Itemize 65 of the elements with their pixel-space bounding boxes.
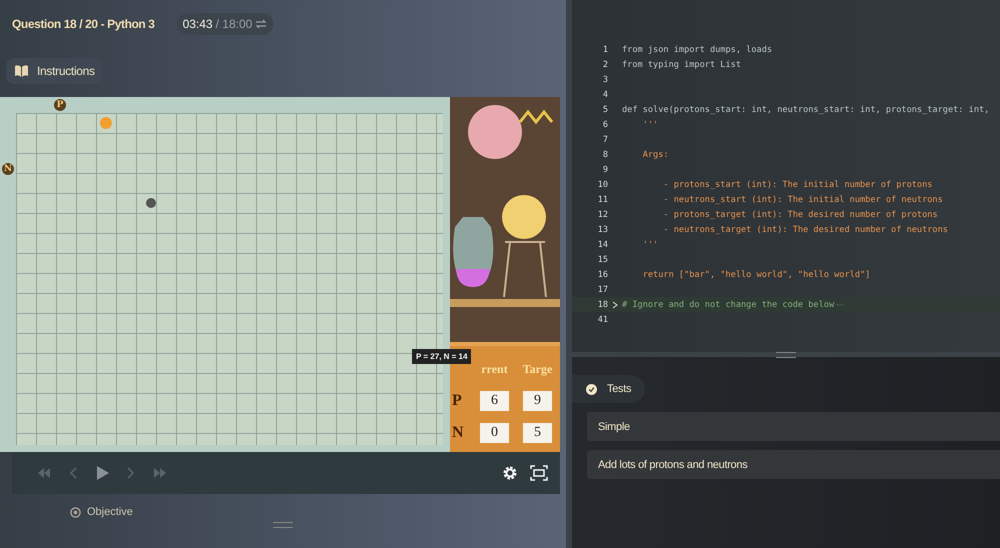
column-header: rrent	[480, 362, 509, 376]
line-number: 18	[596, 300, 608, 310]
line-number: 7	[602, 134, 608, 144]
line-number: 41	[596, 314, 608, 324]
objective-tab[interactable]: Objective	[70, 506, 566, 518]
play-icon	[94, 465, 110, 481]
code-line: - protons_target (int): The desired number of protons	[662, 210, 938, 220]
line-number: 6	[602, 120, 608, 130]
line-number: 3	[602, 74, 608, 84]
hole-icon	[146, 198, 156, 208]
line-number: 16	[596, 270, 608, 280]
elapsed-time: 03:43	[182, 17, 213, 31]
fold-ellipsis: ···	[836, 300, 844, 309]
line-number: 14	[596, 240, 608, 250]
tooltip: P = 27, N = 14	[412, 349, 472, 364]
test-case-item[interactable]: Add lots of protons and neutrons	[587, 450, 1000, 479]
ball-icon	[100, 117, 112, 129]
line-number: 2	[602, 60, 608, 70]
fullscreen-button[interactable]	[530, 465, 548, 481]
code-line: Args:	[642, 150, 669, 160]
line-number: 13	[596, 224, 608, 234]
target-value: 5	[523, 423, 552, 443]
line-number: 1	[602, 44, 608, 54]
book-icon	[14, 65, 29, 77]
chevron-icon	[612, 300, 618, 308]
settings-button[interactable]	[502, 465, 518, 481]
code-line: - protons_start (int): The initial number of protons	[662, 180, 932, 190]
test-case-item[interactable]: Simple	[587, 412, 1000, 441]
resize-handle	[273, 522, 293, 528]
line-number: 15	[596, 254, 608, 264]
total-time: / 18:00	[216, 17, 252, 31]
code-line: '''	[642, 240, 658, 250]
row-label: P	[452, 392, 463, 410]
play-button[interactable]	[94, 465, 110, 481]
current-value: 6	[480, 391, 509, 411]
line-number: 5	[602, 104, 608, 114]
line-number: 11	[596, 194, 608, 204]
code-line: - neutrons_start (int): The initial number of neutrons	[662, 194, 943, 204]
instructions-tab[interactable]: Instructions	[6, 58, 103, 84]
code-line: # Ignore and do not change the code below	[622, 300, 834, 310]
line-number: 10	[596, 180, 608, 190]
axis-label: N	[2, 163, 14, 175]
check-circle-icon	[586, 384, 597, 394]
line-number: 9	[602, 164, 608, 174]
target-icon	[70, 506, 81, 518]
swap-icon	[255, 19, 268, 29]
tests-tab[interactable]: Tests	[572, 375, 646, 403]
row-label: N	[452, 424, 465, 442]
line-number: 17	[596, 284, 608, 294]
code-line: '''	[642, 120, 658, 130]
line-number: 12	[596, 210, 608, 220]
axis-label: P	[54, 99, 66, 111]
column-header: Targe	[522, 362, 554, 376]
code-line: return ["bar", "hello world", "hello world"]	[642, 270, 870, 280]
code-line: from typing import List	[622, 60, 741, 70]
target-value: 9	[523, 391, 552, 411]
current-value: 0	[480, 423, 509, 443]
line-number: 4	[602, 90, 608, 100]
question-title: Question 18 / 20 - Python 3	[12, 17, 155, 31]
code-line: - neutrons_target (int): The desired number of neutrons	[662, 224, 948, 234]
code-line: def solve(protons_start: int, neutrons_start: int, protons_target: int,	[622, 104, 990, 114]
code-editor[interactable]	[572, 0, 1000, 352]
code-line: from json import dumps, loads	[622, 44, 772, 54]
resize-handle	[776, 352, 796, 358]
line-number: 8	[602, 150, 608, 160]
